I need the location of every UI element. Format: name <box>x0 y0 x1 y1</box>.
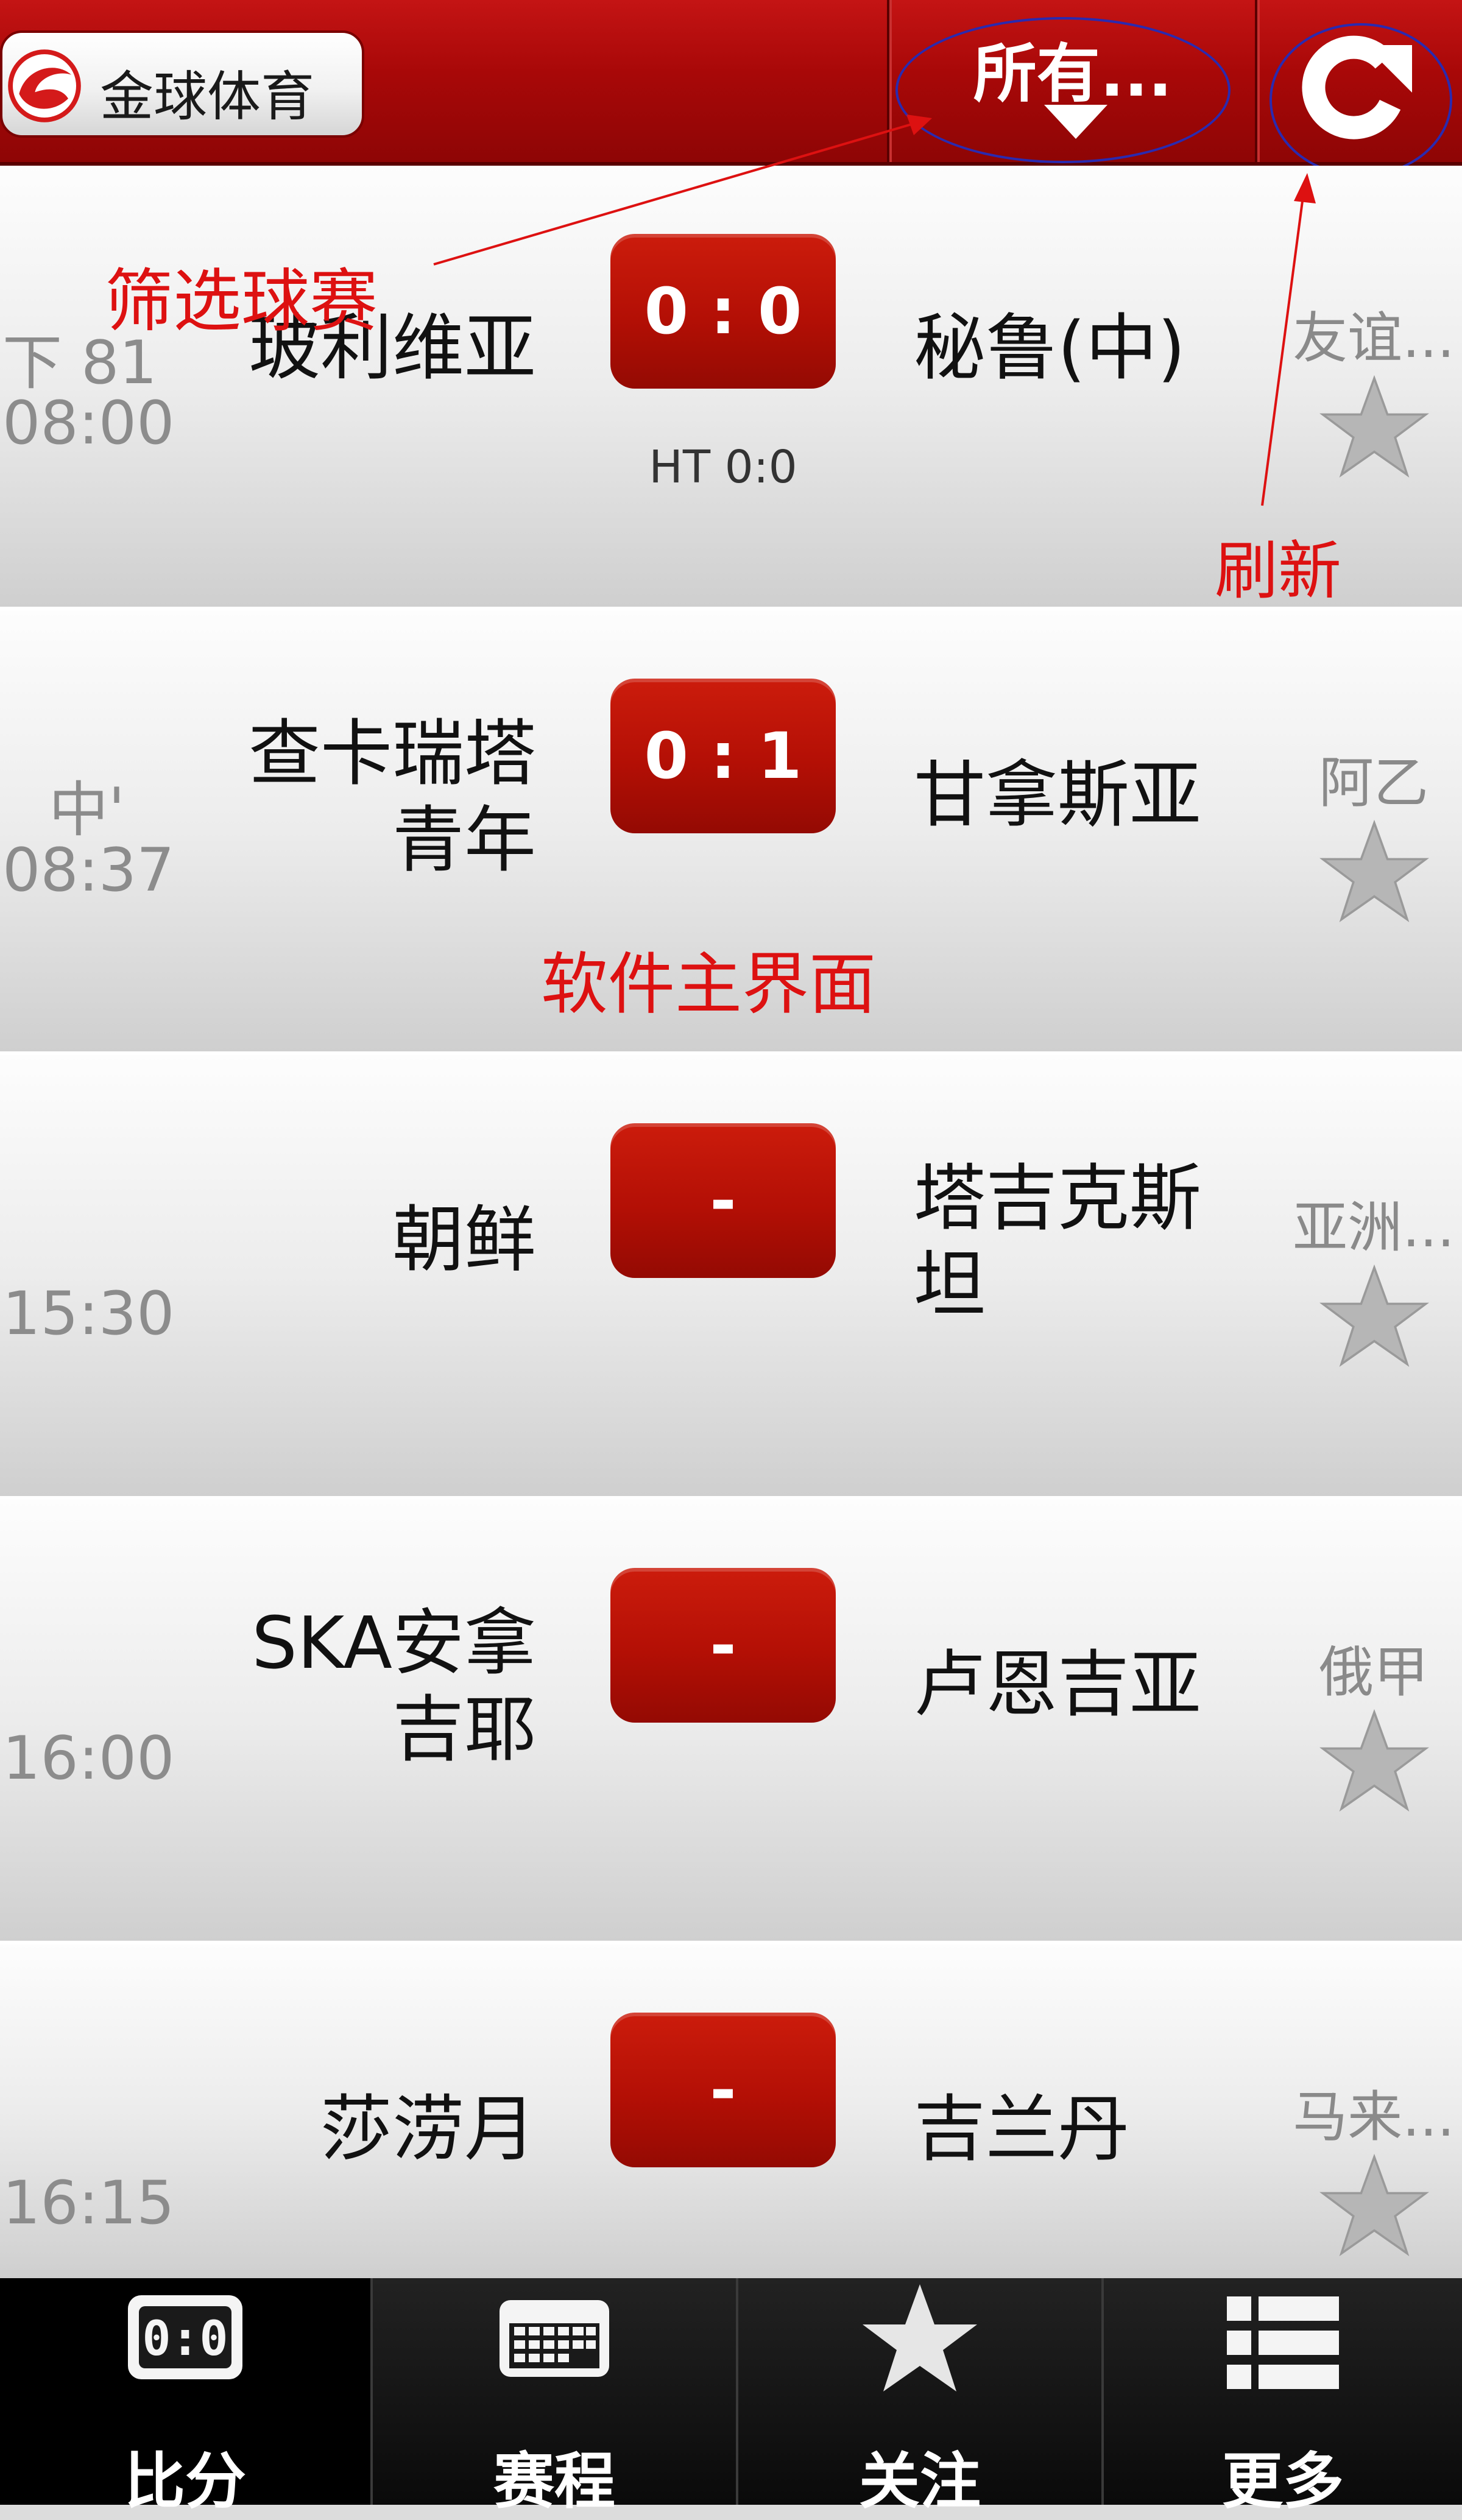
match-time: 08:00 <box>2 389 175 458</box>
nav-label: 更多 <box>1222 2446 1344 2517</box>
league-name: 马来... <box>1293 2085 1455 2149</box>
away-team: 甘拿斯亚 <box>914 753 1202 837</box>
match-time: 15:30 <box>2 1279 175 1349</box>
score-box[interactable]: - <box>610 1123 836 1278</box>
nav-tab-schedule[interactable]: 赛程 <box>370 2278 736 2517</box>
annotation-main-screen: 软件主界面 <box>541 945 876 1023</box>
header-divider <box>1255 0 1257 162</box>
nav-label: 关注 <box>859 2446 981 2517</box>
app-logo-icon <box>8 49 81 122</box>
annotation-circle-refresh <box>1270 23 1452 177</box>
match-time: 16:00 <box>2 1724 175 1793</box>
score: 0 : 0 <box>644 274 802 348</box>
app-header: 金球体育 所有... <box>0 0 1462 166</box>
league-name: 友谊... <box>1293 306 1455 370</box>
home-team: 莎涝月 <box>320 2087 536 2171</box>
nav-tab-more[interactable]: 更多 <box>1101 2278 1462 2517</box>
list-icon <box>1227 2296 1339 2389</box>
away-team: 秘鲁(中) <box>914 306 1186 390</box>
score: - <box>710 1163 736 1238</box>
away-team: 卢恩吉亚 <box>914 1642 1202 1726</box>
nav-tab-scores[interactable]: 0:0 比分 <box>0 2278 370 2517</box>
app-logo[interactable]: 金球体育 <box>0 30 364 138</box>
match-time: 16:15 <box>2 2169 175 2238</box>
star-icon[interactable] <box>1319 373 1429 482</box>
header-divider <box>887 0 889 162</box>
home-team: 朝鲜 <box>392 1198 536 1282</box>
league-name: 阿乙 <box>1319 751 1428 815</box>
svg-text:0:0: 0:0 <box>143 2312 228 2366</box>
annotation-filter: 筛选球赛 <box>105 262 378 341</box>
score: - <box>710 2053 736 2127</box>
match-row[interactable]: 16:15 莎涝月 - 吉兰丹 马来... <box>0 1944 1462 2278</box>
score-box[interactable]: 0 : 0 <box>610 234 836 389</box>
annotation-circle-filter <box>895 17 1231 163</box>
away-team: 塔吉克斯坦 <box>914 1156 1202 1327</box>
nav-tab-favorites[interactable]: 关注 <box>736 2278 1101 2517</box>
score: - <box>710 1608 736 1682</box>
annotation-refresh: 刷新 <box>1215 534 1342 608</box>
away-team: 吉兰丹 <box>914 2087 1130 2171</box>
nav-label: 比分 <box>124 2446 246 2517</box>
star-icon[interactable] <box>1319 1707 1429 1816</box>
bottom-navigation: 0:0 比分 赛程 关注 更多 <box>0 2278 1462 2517</box>
score: 0 : 1 <box>644 719 802 793</box>
home-team: 查卡瑞塔青年 <box>248 711 536 882</box>
star-icon[interactable] <box>1319 2151 1429 2261</box>
score-box[interactable]: - <box>610 1568 836 1723</box>
star-icon <box>863 2284 977 2391</box>
match-status: 中' <box>49 775 125 845</box>
home-team: SKA安拿吉耶 <box>252 1601 536 1771</box>
league-name: 亚洲... <box>1293 1196 1455 1260</box>
match-row[interactable]: 16:00 SKA安拿吉耶 - 卢恩吉亚 俄甲 <box>0 1500 1462 1944</box>
app-name: 金球体育 <box>100 65 315 128</box>
match-time: 08:37 <box>2 836 175 905</box>
nav-label: 赛程 <box>493 2446 615 2517</box>
star-icon[interactable] <box>1319 1262 1429 1372</box>
score-box[interactable]: - <box>610 2013 836 2167</box>
calendar-icon <box>500 2300 609 2377</box>
scoreboard-icon: 0:0 <box>128 2295 242 2379</box>
league-name: 俄甲 <box>1319 1640 1428 1704</box>
star-icon[interactable] <box>1319 817 1429 927</box>
halftime-score: HT 0:0 <box>649 441 797 493</box>
match-row[interactable]: 15:30 朝鲜 - 塔吉克斯坦 亚洲... <box>0 1055 1462 1500</box>
score-box[interactable]: 0 : 1 <box>610 679 836 833</box>
